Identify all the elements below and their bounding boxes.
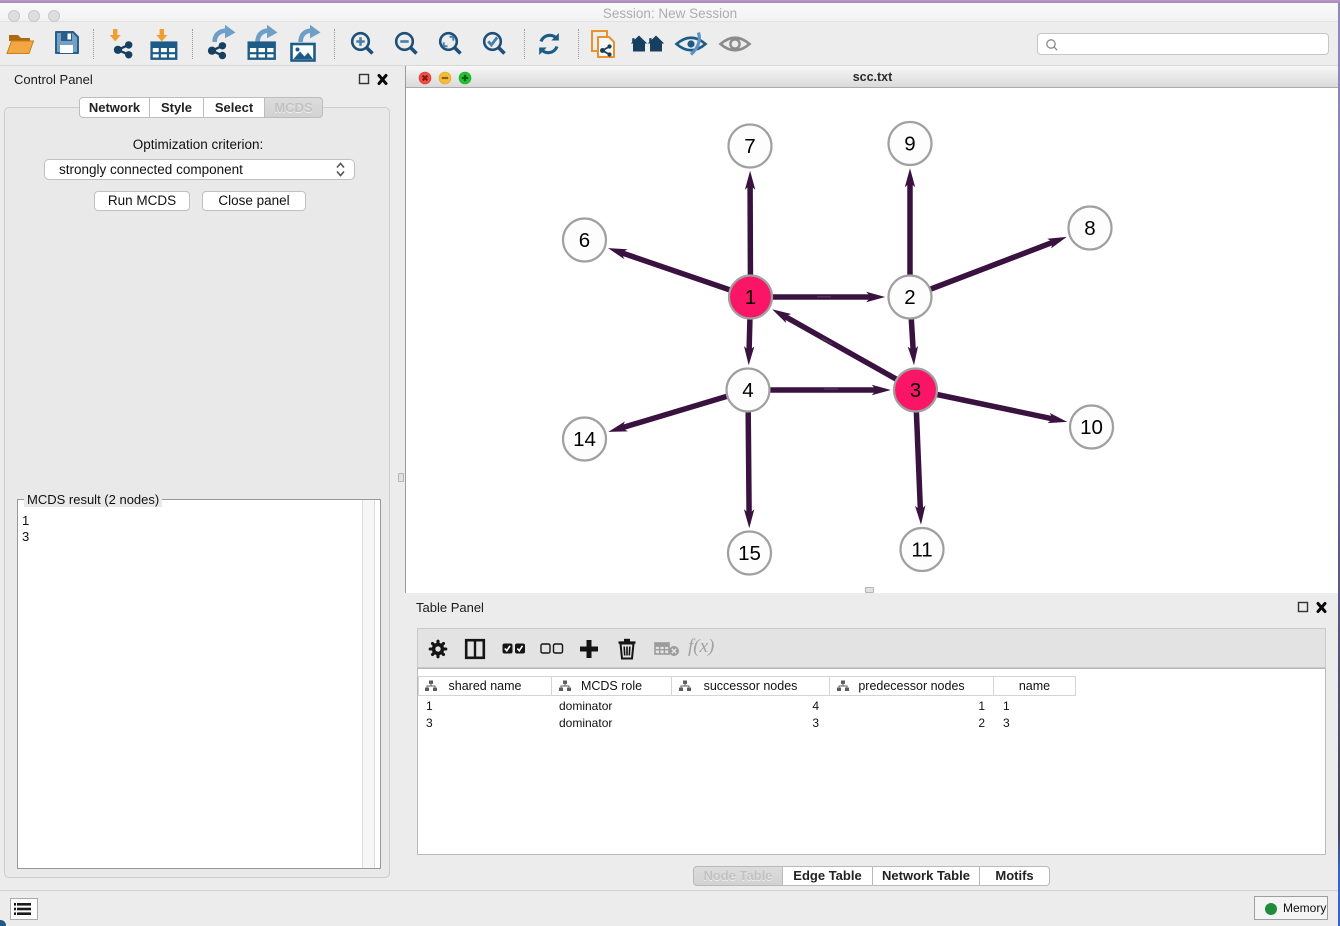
svg-text:10: 10 [1080,416,1103,439]
svg-text:11: 11 [911,538,932,561]
svg-text:14: 14 [573,428,596,451]
svg-text:6: 6 [579,229,590,252]
svg-text:7: 7 [744,135,755,158]
svg-text:8: 8 [1084,217,1095,240]
svg-text:15: 15 [738,542,761,565]
svg-text:9: 9 [904,132,915,155]
svg-text:1: 1 [745,286,756,309]
svg-text:4: 4 [742,379,753,402]
svg-text:3: 3 [910,379,921,402]
svg-text:2: 2 [904,286,915,309]
